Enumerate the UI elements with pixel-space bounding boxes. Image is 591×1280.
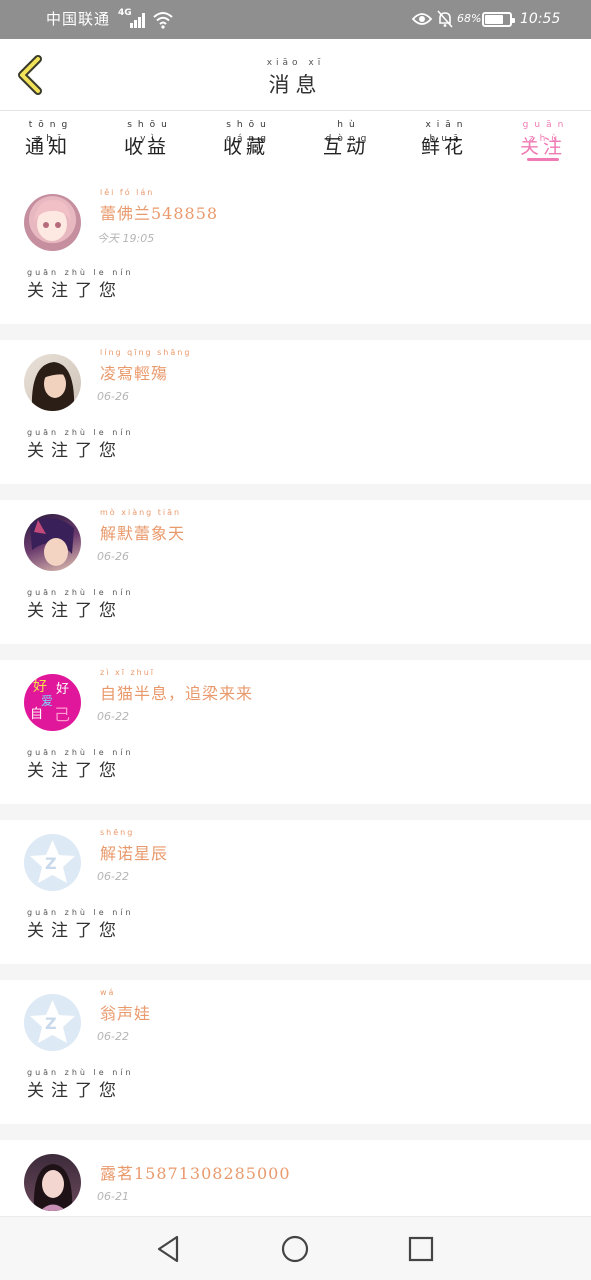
nickname[interactable]: 解默蕾象天: [100, 520, 185, 544]
timestamp: 06-22: [97, 870, 129, 883]
tab-interactions[interactable]: hù dòng 互动: [306, 118, 386, 174]
list-item[interactable]: 露茗15871308285000 06-21: [0, 1140, 591, 1216]
tab-earnings[interactable]: shōu yì 收益: [107, 118, 187, 174]
message-text: 关注了您: [27, 761, 123, 781]
tab-notifications[interactable]: tōng zhī 通知: [8, 118, 88, 174]
bell-off-icon: [437, 10, 453, 28]
tab-label: 关注: [519, 136, 566, 158]
nickname-pinyin: lěi fó lán: [100, 188, 155, 197]
svg-text:自: 自: [30, 707, 43, 722]
tab-flowers[interactable]: xiān huā 鲜花: [404, 118, 484, 174]
tab-pinyin: shōu yì: [127, 120, 173, 144]
svg-text:己: 己: [54, 705, 70, 724]
list-item[interactable]: Z shēng 解诺星辰 06-22 guān zhù le nín 关注了您: [0, 820, 591, 964]
nickname-pinyin: mò xiàng tiān: [100, 508, 182, 517]
avatar[interactable]: Z: [24, 834, 81, 891]
timestamp: 06-22: [97, 1030, 129, 1043]
tab-favorites[interactable]: shōu cáng 收藏: [206, 118, 286, 174]
tab-pinyin: tōng zhī: [28, 120, 74, 144]
avatar[interactable]: [24, 1154, 81, 1211]
tab-label: 通知: [24, 136, 71, 158]
tab-label: 收益: [123, 136, 170, 158]
message-text: 关注了您: [27, 921, 123, 941]
avatar[interactable]: [24, 354, 81, 411]
tab-label: 互动: [322, 136, 369, 158]
avatar[interactable]: [24, 514, 81, 571]
nickname[interactable]: 解诺星辰: [100, 840, 168, 864]
tab-bar: tōng zhī 通知 shōu yì 收益 shōu cáng 收藏 hù d…: [0, 112, 591, 180]
svg-text:Z: Z: [45, 854, 57, 873]
page-title-pinyin: xiāo xī: [266, 58, 325, 68]
list-item[interactable]: Z wá 翁声娃 06-22 guān zhù le nín 关注了您: [0, 980, 591, 1124]
page-title: 消息: [268, 73, 323, 97]
header: xiāo xī 消息: [0, 39, 591, 111]
avatar[interactable]: [24, 194, 81, 251]
nickname[interactable]: 翁声娃: [100, 1000, 151, 1024]
timestamp: 06-22: [97, 710, 129, 723]
wifi-icon: [153, 12, 173, 29]
svg-text:好: 好: [33, 679, 47, 695]
active-tab-indicator: [527, 158, 559, 161]
avatar[interactable]: 好 好 爱 自 己: [24, 674, 81, 731]
timestamp: 06-26: [97, 390, 129, 403]
list-item[interactable]: mò xiàng tiān 解默蕾象天 06-26 guān zhù le ní…: [0, 500, 591, 644]
avatar[interactable]: Z: [24, 994, 81, 1051]
carrier-name: 中国联通: [46, 10, 111, 28]
battery-percent: 68%: [457, 12, 482, 25]
status-bar: 中国联通 4G 68% 10:55: [0, 0, 591, 39]
back-triangle-icon[interactable]: [153, 1233, 185, 1265]
nickname-pinyin: shēng: [100, 828, 135, 837]
tab-follows[interactable]: guān zhù 关注: [503, 118, 583, 174]
home-circle-icon[interactable]: [279, 1233, 311, 1265]
nickname[interactable]: 自猫半息，追梁来来: [100, 680, 253, 704]
signal-icon: [130, 12, 148, 28]
tab-label: 收藏: [222, 136, 269, 158]
timestamp: 06-26: [97, 550, 129, 563]
message-text: 关注了您: [27, 601, 123, 621]
message-list: lěi fó lán 蕾佛兰548858 今天 19:05 guān zhù l…: [0, 180, 591, 1216]
nickname[interactable]: 凌寫輕殤: [100, 360, 168, 384]
nickname-pinyin: wá: [100, 988, 116, 997]
nickname[interactable]: 露茗15871308285000: [100, 1160, 291, 1184]
message-text: 关注了您: [27, 441, 123, 461]
tab-pinyin: guān zhù: [522, 120, 570, 144]
battery-icon: [482, 12, 515, 27]
nickname-pinyin: zì xī zhuī: [100, 668, 156, 677]
eye-icon: [412, 13, 432, 25]
list-item[interactable]: lěi fó lán 蕾佛兰548858 今天 19:05 guān zhù l…: [0, 180, 591, 324]
tab-pinyin: hù dòng: [325, 120, 373, 144]
message-text: 关注了您: [27, 1081, 123, 1101]
recents-square-icon[interactable]: [405, 1233, 437, 1265]
svg-text:爱: 爱: [41, 694, 53, 708]
timestamp: 06-21: [97, 1190, 129, 1203]
list-item[interactable]: líng qīng shāng 凌寫輕殤 06-26 guān zhù le n…: [0, 340, 591, 484]
svg-text:Z: Z: [45, 1014, 57, 1033]
list-item[interactable]: 好 好 爱 自 己 zì xī zhuī 自猫半息，追梁来来 06-22 guā…: [0, 660, 591, 804]
timestamp: 今天 19:05: [97, 232, 155, 245]
nickname-pinyin: líng qīng shāng: [100, 348, 192, 357]
system-nav-bar: [0, 1216, 591, 1280]
tab-pinyin: xiān huā: [425, 120, 469, 144]
tab-pinyin: shōu cáng: [226, 120, 272, 144]
svg-text:好: 好: [56, 682, 69, 697]
message-text: 关注了您: [27, 281, 123, 301]
tab-label: 鲜花: [420, 136, 467, 158]
clock: 10:55: [520, 11, 561, 27]
nickname[interactable]: 蕾佛兰548858: [100, 200, 218, 224]
